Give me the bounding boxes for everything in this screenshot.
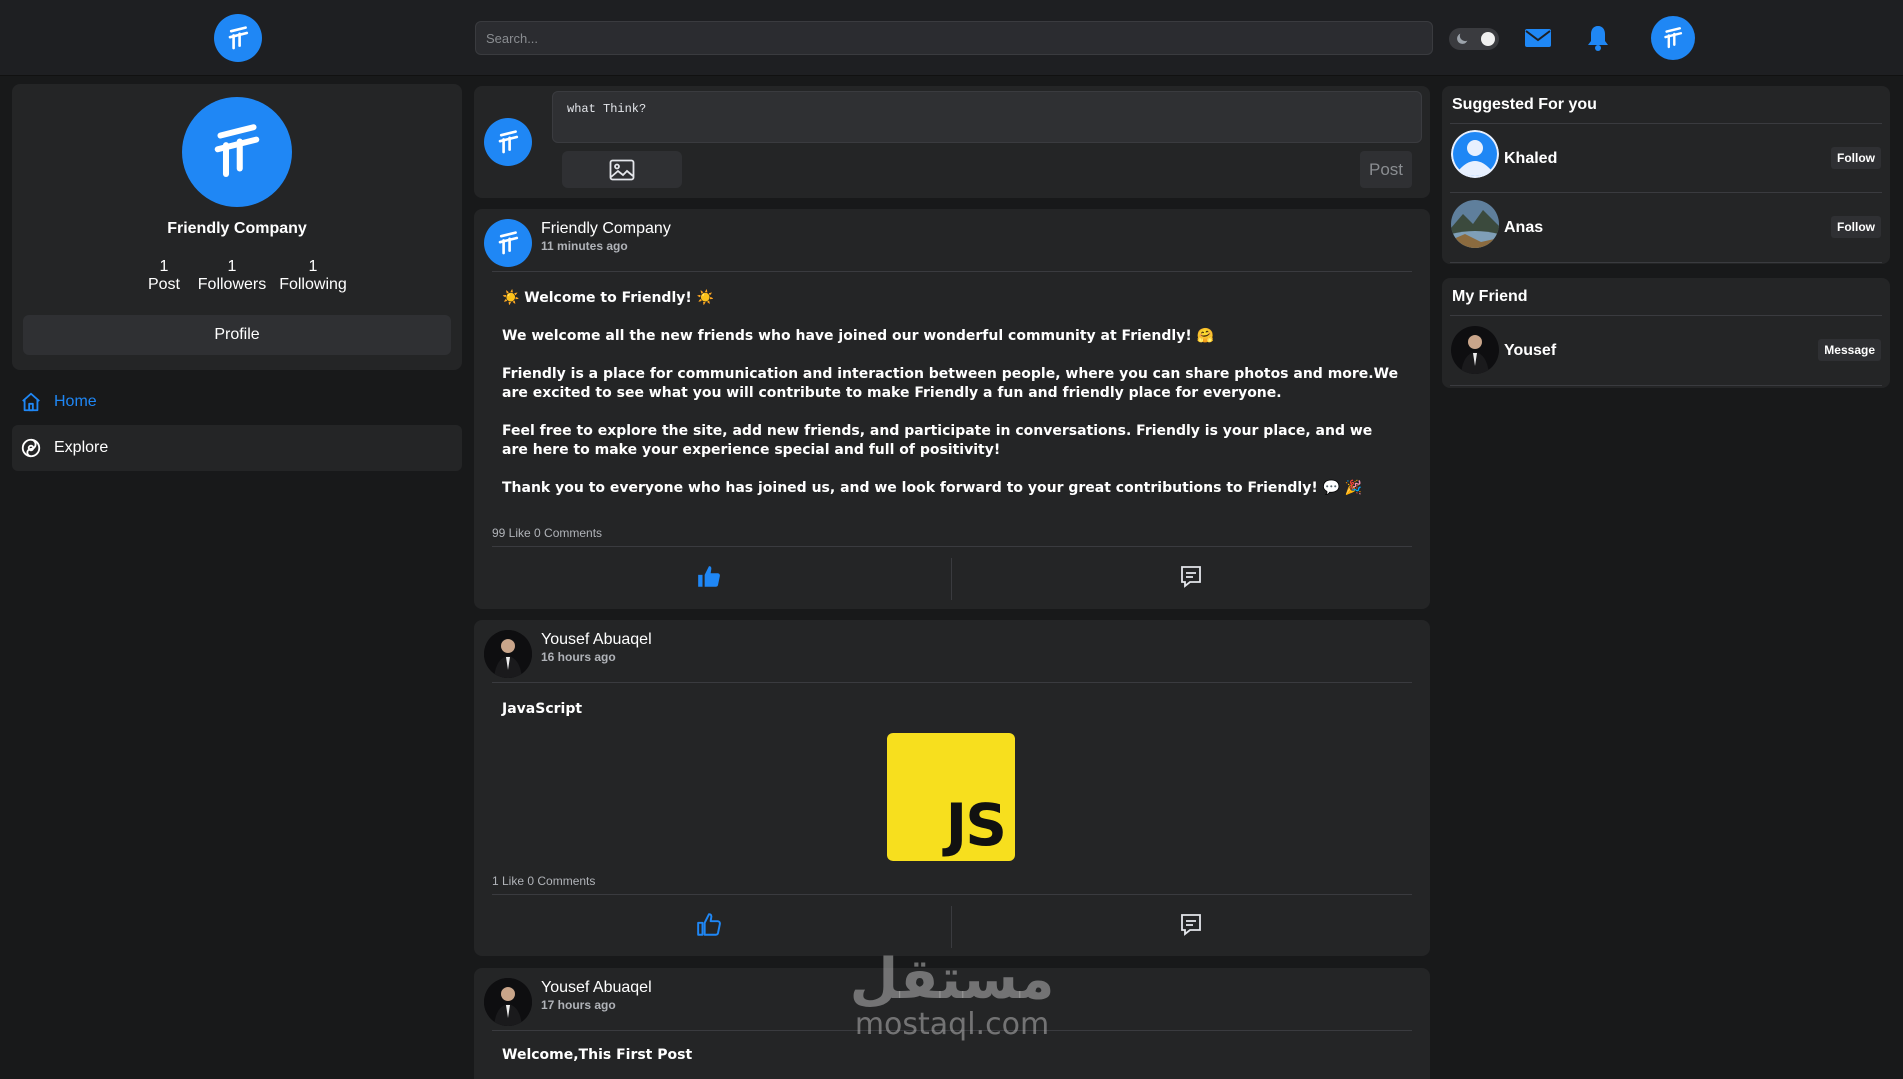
theme-toggle[interactable] (1449, 28, 1499, 50)
suggested-title: Suggested For you (1452, 96, 1597, 113)
avatar[interactable] (1651, 16, 1695, 60)
stat-label: Following (279, 276, 347, 293)
nav-item-explore[interactable]: Explore (12, 425, 462, 471)
image-icon (609, 159, 635, 180)
composer-avatar (484, 118, 532, 166)
friends-title: My Friend (1452, 288, 1528, 305)
divider (1450, 262, 1882, 263)
like-button[interactable] (474, 554, 944, 600)
post-card: Yousef Abuaqel 17 hours ago Welcome,This… (474, 968, 1430, 1079)
post-author[interactable]: Yousef Abuaqel (541, 979, 652, 997)
profile-name: Friendly Company (167, 220, 307, 237)
post-stats: 1 Like 0 Comments (492, 874, 596, 888)
post-paragraph: Thank you to everyone who has joined us,… (502, 480, 1363, 496)
post-time: 17 hours ago (541, 998, 616, 1012)
stat-value: 1 (308, 258, 318, 275)
post-paragraph: We welcome all the new friends who have … (502, 328, 1215, 344)
post-stats: 99 Like 0 Comments (492, 526, 603, 540)
post-time: 16 hours ago (541, 650, 616, 664)
post-avatar[interactable] (484, 630, 532, 678)
divider (492, 1030, 1412, 1031)
divider (951, 558, 952, 600)
post-body: ☀️ Welcome to Friendly! ☀️ We welcome al… (502, 289, 1402, 517)
thumbs-up-outline-icon (697, 913, 721, 936)
explore-icon (21, 438, 41, 458)
mail-icon[interactable] (1524, 26, 1552, 50)
suggested-card: Suggested For you Khaled Follow Anas Fol… (1442, 86, 1890, 264)
person-name[interactable]: Khaled (1504, 150, 1557, 168)
divider (492, 894, 1412, 895)
follow-button[interactable]: Follow (1831, 216, 1881, 238)
post-paragraph: Feel free to explore the site, add new f… (502, 423, 1373, 458)
post-body: Welcome,This First Post (502, 1046, 1402, 1079)
post-author[interactable]: Yousef Abuaqel (541, 631, 652, 649)
stat-followers: 1 Followers (192, 258, 272, 294)
nav-item-home[interactable]: Home (12, 379, 462, 425)
stat-following: 1 Following (272, 258, 354, 294)
profile-button[interactable]: Profile (23, 315, 451, 355)
profile-card: Friendly Company 1 Post 1 Followers 1 Fo… (12, 84, 462, 370)
divider (1450, 192, 1882, 193)
search-input[interactable] (475, 21, 1433, 55)
post-paragraph: Friendly is a place for communication an… (502, 366, 1399, 401)
toggle-knob (1481, 32, 1495, 46)
nav-label: Home (54, 393, 97, 410)
stat-label: Post (147, 276, 180, 293)
friends-card: My Friend Yousef Message (1442, 278, 1890, 388)
bell-icon[interactable] (1586, 24, 1610, 52)
post-time: 11 minutes ago (541, 239, 628, 253)
like-button[interactable] (474, 902, 944, 948)
divider (1450, 385, 1882, 386)
user-avatar[interactable] (1451, 326, 1499, 374)
add-image-button[interactable] (562, 151, 682, 188)
post-paragraph: Welcome,This First Post (502, 1047, 693, 1063)
divider (1450, 315, 1882, 316)
post-submit-button[interactable]: Post (1360, 151, 1412, 188)
post-paragraph: ☀️ Welcome to Friendly! ☀️ (502, 290, 715, 306)
post-paragraph: JavaScript (502, 701, 583, 717)
logo-icon[interactable] (214, 14, 262, 62)
comment-icon (1181, 914, 1201, 936)
post-author[interactable]: Friendly Company (541, 220, 671, 238)
person-name[interactable]: Anas (1504, 219, 1543, 237)
post-composer: what Think? Post (474, 86, 1430, 198)
composer-textarea[interactable]: what Think? (552, 91, 1422, 143)
post-card: Yousef Abuaqel 16 hours ago JavaScript J… (474, 620, 1430, 956)
divider (1450, 123, 1882, 124)
divider (492, 546, 1412, 547)
stat-post: 1 Post (134, 258, 194, 294)
divider (492, 682, 1412, 683)
stat-value: 1 (227, 258, 237, 275)
moon-icon (1457, 33, 1468, 44)
user-avatar[interactable] (1451, 200, 1499, 248)
javascript-logo-image: JS (887, 733, 1015, 861)
person-name[interactable]: Yousef (1504, 342, 1556, 360)
nav-label: Explore (54, 439, 109, 456)
comment-button[interactable] (956, 554, 1426, 600)
post-avatar[interactable] (484, 978, 532, 1026)
home-icon (22, 392, 40, 412)
user-avatar[interactable] (1451, 130, 1499, 178)
divider (492, 271, 1412, 272)
comment-icon (1181, 566, 1201, 588)
stat-value: 1 (159, 258, 169, 275)
thumbs-up-icon (698, 566, 720, 587)
stat-label: Followers (197, 276, 267, 293)
post-avatar[interactable] (484, 219, 532, 267)
message-button[interactable]: Message (1818, 339, 1881, 361)
profile-avatar[interactable] (182, 97, 292, 207)
divider (951, 906, 952, 948)
follow-button[interactable]: Follow (1831, 147, 1881, 169)
js-logo-text: JS (945, 791, 1007, 859)
post-card: Friendly Company 11 minutes ago ☀️ Welco… (474, 209, 1430, 609)
comment-button[interactable] (956, 902, 1426, 948)
top-bar (0, 0, 1903, 76)
